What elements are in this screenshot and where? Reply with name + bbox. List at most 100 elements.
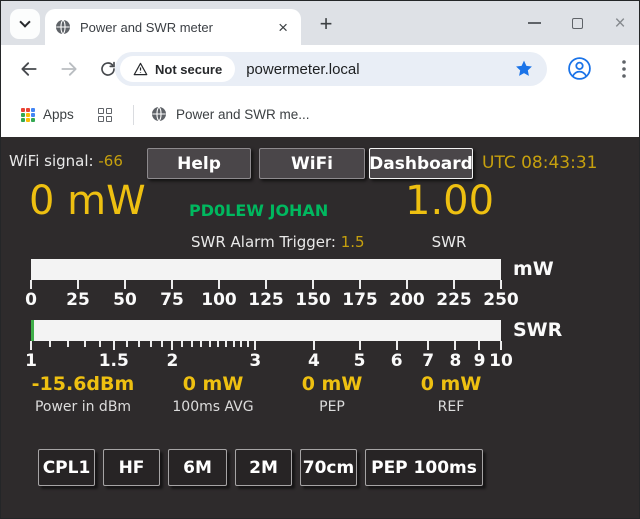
apps-shortcut[interactable]: Apps [43,107,74,122]
readout-dbm: -15.6dBm Power in dBm [13,373,153,415]
meter-tick [150,341,152,347]
swr-alarm-label: SWR Alarm Trigger: [191,233,336,251]
meter-tick [209,341,211,347]
meter-tick [313,341,315,350]
apps-grid-icon[interactable] [21,108,35,122]
bookmark-item[interactable]: Power and SWR me... [151,106,310,122]
meter-tick-label: 7 [422,351,434,371]
browser-toolbar: Not secure powermeter.local [1,45,639,93]
apps-grid-dot [21,108,25,112]
browser-menu-button[interactable] [615,58,633,80]
window-close-button[interactable]: × [613,16,627,30]
meter-tick-label: 1.5 [99,351,129,371]
tab-close-icon[interactable]: × [275,19,291,36]
meter-tick [359,341,361,350]
browser-tab[interactable]: Power and SWR meter × [45,9,301,45]
swr-meter-unit: SWR [513,319,562,341]
meter-tick [427,341,429,350]
swr-meter-bar [31,320,501,341]
meter-tick-label: 100 [201,290,237,310]
meter-tick-label: 8 [450,351,462,371]
globe-favicon-icon [151,106,167,122]
address-bar[interactable]: Not secure powermeter.local [115,52,547,86]
apps-grid-dot [26,118,30,122]
back-button[interactable] [19,59,39,79]
meter-tick [161,341,163,347]
meter-tick [99,341,101,347]
maximize-button[interactable] [570,16,584,30]
meter-tick-label: 250 [483,290,519,310]
back-arrow-icon [19,59,39,79]
meter-tick-label: 75 [160,290,184,310]
help-button[interactable]: Help [147,148,251,179]
swr-caption: SWR [421,233,477,251]
three-dot-menu-icon [615,58,633,80]
meter-tick-label: 4 [308,351,320,371]
meter-tick [453,280,455,289]
meter-tick [247,341,249,347]
security-chip[interactable]: Not secure [120,56,235,82]
cpl1-button[interactable]: CPL1 [38,449,95,486]
70cm-button[interactable]: 70cm [300,449,357,486]
meter-tick [30,280,32,289]
meter-tick [225,341,227,347]
close-icon: × [614,14,625,33]
new-tab-button[interactable]: + [312,10,340,38]
tab-title: Power and SWR meter [80,20,275,35]
pep-100ms-button[interactable]: PEP 100ms [365,449,483,486]
warning-triangle-icon [133,62,148,76]
2m-button[interactable]: 2M [235,449,292,486]
wifi-signal-readout: WiFi signal: -66 [9,152,123,170]
meter-tick-label: 150 [295,290,331,310]
apps-grid-dot [21,118,25,122]
readout-value: -15.6dBm [13,373,153,395]
tab-strip: Power and SWR meter × + × [1,1,639,45]
swr-alarm-trigger: SWR Alarm Trigger: 1.5 [191,233,365,251]
reading-list-grid-icon[interactable] [98,108,112,122]
meter-tick [454,341,456,350]
meter-tick [49,341,51,347]
meter-tick-label: 6 [391,351,403,371]
window-controls: × [527,1,627,45]
browser-window: Power and SWR meter × + × Not secure pow… [0,0,640,519]
meter-tick [406,280,408,289]
dashboard-button[interactable]: Dashboard [369,148,473,179]
meter-tick-label: 3 [249,351,261,371]
meter-tick-label: 9 [474,351,486,371]
readout-label: REF [381,399,521,415]
meter-tick [113,341,115,350]
meter-tick-label: 175 [342,290,378,310]
meter-tick [478,341,480,350]
apps-grid-dot [31,118,35,122]
apps-grid-dot [26,108,30,112]
power-meter-bar [31,259,501,280]
url-text: powermeter.local [246,61,359,78]
meter-tick-label: 1 [25,351,37,371]
minimize-button[interactable] [527,16,541,30]
power-meter-unit: mW [513,258,554,280]
minimize-icon [528,22,541,24]
bookmark-star-button[interactable] [514,59,534,79]
meter-tick [67,341,69,347]
tab-search-button[interactable] [10,9,40,39]
meter-tick [171,280,173,289]
6m-button[interactable]: 6M [168,449,227,486]
meter-tick [500,341,502,350]
meter-tick [181,341,183,347]
meter-tick [200,341,202,347]
profile-button[interactable] [567,56,592,81]
meter-tick [265,280,267,289]
power-meter: mW 0255075100125150175200225250 [1,257,640,319]
hf-button[interactable]: HF [103,449,160,486]
meter-tick-label: 2 [167,351,179,371]
meter-tick-label: 5 [354,351,366,371]
security-chip-label: Not secure [155,62,222,77]
forward-button[interactable] [59,59,79,79]
meter-tick [254,341,256,350]
meter-tick-label: 0 [25,290,37,310]
swr-meter: SWR 11.52345678910 [1,318,640,380]
apps-grid-dot [31,108,35,112]
apps-grid-dot [31,113,35,117]
utc-clock: UTC 08:43:31 [482,153,597,173]
wifi-button[interactable]: WiFi [259,148,365,179]
